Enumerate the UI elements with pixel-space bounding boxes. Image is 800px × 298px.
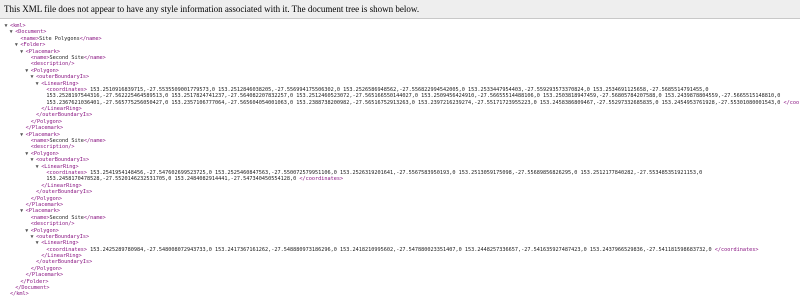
xml-tag: <description/> xyxy=(30,221,75,228)
xml-tag: <outerBoundaryIs> xyxy=(36,74,90,81)
xml-closing-tag: </name> xyxy=(83,138,106,145)
xml-tag: <coordinates> xyxy=(46,169,87,176)
xml-tag: <Placemark> xyxy=(25,131,60,138)
xml-tag: <LinearRing> xyxy=(41,240,79,247)
xml-text: Second Site xyxy=(49,214,84,221)
xml-closing-tag: </name> xyxy=(83,214,106,221)
xml-text: 153.2541954148456,-27.547602699523725,0 … xyxy=(87,169,703,176)
xml-tag: </Document> xyxy=(15,285,50,292)
xml-text: 153.2458170478528,-27.5520146232531705,0… xyxy=(46,176,297,183)
xml-tag: <outerBoundaryIs> xyxy=(36,233,90,240)
xml-tag: <name> xyxy=(30,54,50,61)
xml-tag: <name> xyxy=(30,214,50,221)
xml-closing-tag: </name> xyxy=(83,54,106,61)
xml-tag: <description/> xyxy=(30,144,75,151)
xml-tag: <kml> xyxy=(10,23,26,29)
xml-tree-line: </kml> xyxy=(0,291,800,297)
xml-tag: <Placemark> xyxy=(25,208,60,215)
xml-tag: </Placemark> xyxy=(25,125,64,132)
xml-closing-tag: </coordinates> xyxy=(783,99,800,106)
xml-tag: </LinearRing> xyxy=(41,182,82,189)
xml-info-banner: This XML file does not appear to have an… xyxy=(0,0,800,19)
xml-info-message: This XML file does not appear to have an… xyxy=(4,4,420,14)
xml-closing-tag: </coordinates> xyxy=(711,246,759,253)
xml-tag: <Folder> xyxy=(20,42,46,49)
xml-tag: </Polygon> xyxy=(30,118,63,125)
xml-text: 153.2528197544316,-27.562225464589513,0 … xyxy=(46,93,781,100)
xml-tag: </Folder> xyxy=(20,278,49,285)
xml-closing-tag: </coordinates> xyxy=(296,176,344,183)
xml-tag: </Placemark> xyxy=(25,272,64,279)
xml-tag: <LinearRing> xyxy=(41,163,79,170)
xml-tag: <Polygon> xyxy=(30,227,59,234)
xml-tag: </LinearRing> xyxy=(41,253,82,260)
xml-tag: <description/> xyxy=(30,61,75,68)
xml-tag: <Document> xyxy=(15,29,47,36)
xml-tag: <name> xyxy=(30,138,50,145)
xml-tag: </Placemark> xyxy=(25,201,64,208)
xml-text: 153.2367621036401,-27.565775256050427,0 … xyxy=(46,99,781,106)
xml-tag: <Placemark> xyxy=(25,48,60,55)
xml-closing-tag: </name> xyxy=(79,35,102,42)
xml-text: Second Site xyxy=(49,54,84,61)
xml-text: Second Site xyxy=(49,138,84,145)
xml-tag: </Polygon> xyxy=(30,195,63,202)
xml-tag: <outerBoundaryIs> xyxy=(36,157,90,164)
xml-tag: <Polygon> xyxy=(30,150,59,157)
xml-tag: <Polygon> xyxy=(30,67,59,74)
xml-text: Site Polygons xyxy=(39,35,80,42)
xml-tag: <name> xyxy=(20,35,40,42)
xml-text: 153.2425289780984,-27.548008072943733,0 … xyxy=(87,246,712,253)
xml-tag: </outerBoundaryIs> xyxy=(36,189,93,196)
xml-tag: </Polygon> xyxy=(30,265,63,272)
xml-tag: <LinearRing> xyxy=(41,80,79,87)
xml-tag: </kml> xyxy=(10,291,29,298)
xml-tag: <coordinates> xyxy=(46,246,87,253)
xml-document-tree: ▼ <kml> ▼ <Document> <name>Site Polygons</na… xyxy=(0,19,800,298)
xml-tag: </LinearRing> xyxy=(41,106,82,113)
xml-tag: </outerBoundaryIs> xyxy=(36,112,93,119)
xml-text: 153.2510916839715,-27.5535509001779573,0… xyxy=(87,86,709,93)
xml-tag: </outerBoundaryIs> xyxy=(36,259,93,266)
xml-tag: <coordinates> xyxy=(46,86,87,93)
